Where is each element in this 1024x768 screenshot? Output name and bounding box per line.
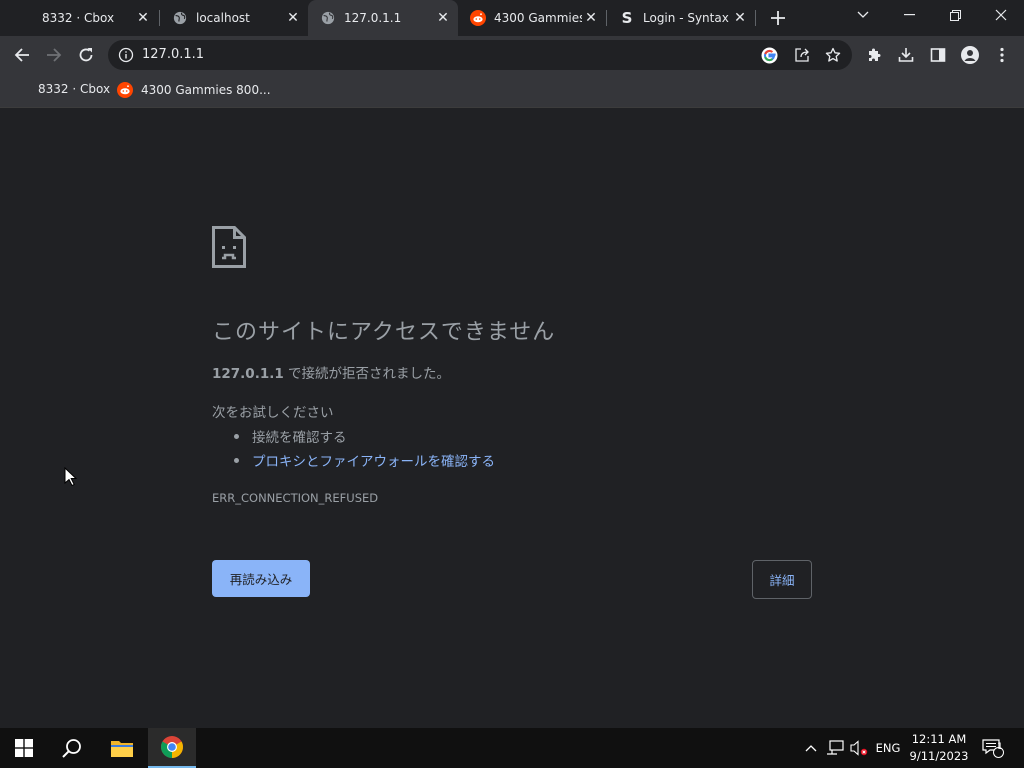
share-icon[interactable] (792, 46, 810, 64)
restore-icon (949, 9, 961, 21)
bullet (234, 433, 239, 439)
tab-gammies[interactable]: 4300 Gammies 8 ✕ (458, 0, 606, 36)
downloads-button[interactable] (892, 41, 920, 69)
bookmark-label: 8332 · Cbox (38, 82, 111, 96)
tab-label: 8332 · Cbox (42, 11, 115, 25)
extensions-button[interactable] (860, 41, 888, 69)
network-icon (827, 740, 844, 755)
suggestions-heading: 次をお試しください (212, 405, 334, 421)
close-tab-icon[interactable]: ✕ (434, 9, 452, 27)
notification-center-button[interactable]: 1 (978, 728, 1008, 768)
reload-page-button[interactable]: 再読み込み (212, 560, 310, 597)
error-host: 127.0.1.1 (212, 366, 284, 382)
profile-button[interactable] (956, 41, 984, 69)
bullet (234, 457, 239, 463)
search-button[interactable] (48, 728, 96, 768)
tab-label: 127.0.1.1 (344, 11, 402, 25)
profile-icon (961, 46, 979, 64)
tab-label: Login - Syntax (643, 11, 729, 25)
close-tab-icon[interactable]: ✕ (134, 9, 152, 27)
syntax-s-icon: S (621, 9, 633, 27)
error-code: ERR_CONNECTION_REFUSED (212, 491, 379, 505)
start-button[interactable] (0, 728, 48, 768)
download-icon (898, 48, 914, 62)
error-description-text: で接続が拒否されました。 (283, 366, 451, 382)
close-icon (995, 9, 1007, 21)
close-window-button[interactable] (978, 0, 1024, 30)
suggestion-check-proxy-firewall[interactable]: プロキシとファイアウォールを確認する (234, 450, 495, 470)
suggestion-text: 接続を確認する (252, 430, 347, 446)
error-title: このサイトにアクセスできません (212, 320, 556, 345)
chevron-up-icon (805, 745, 817, 752)
bookmark-star-icon[interactable] (824, 46, 842, 64)
restore-button[interactable] (932, 0, 978, 30)
bookmark-label: 4300 Gammies 800... (141, 83, 271, 97)
tab-search-button[interactable] (840, 0, 886, 30)
mouse-cursor-icon (64, 466, 78, 487)
globe-icon (320, 10, 336, 26)
close-tab-icon[interactable]: ✕ (582, 9, 600, 27)
windows-taskbar: ENG 12:11 AM 9/11/2023 1 (0, 728, 1024, 768)
arrow-left-icon (14, 48, 29, 62)
notification-count: 1 (997, 742, 1003, 752)
tab-login-syntax[interactable]: S Login - Syntax ✕ (607, 0, 755, 36)
minimize-button[interactable] (886, 0, 932, 30)
show-hidden-icons-button[interactable] (800, 728, 822, 768)
bookmark-cbox[interactable]: 8332 · Cbox (38, 82, 110, 96)
chrome-menu-button[interactable] (988, 41, 1016, 69)
clock-time: 12:11 AM (911, 732, 967, 746)
close-tab-icon[interactable]: ✕ (284, 9, 302, 27)
chevron-down-icon (857, 11, 869, 18)
chrome-icon (161, 736, 183, 758)
search-icon (62, 739, 81, 758)
refresh-icon (79, 48, 93, 62)
language-indicator[interactable]: ENG (872, 728, 904, 768)
proxy-firewall-link[interactable]: プロキシとファイアウォールを確認する (252, 450, 495, 470)
minimize-icon (903, 14, 915, 16)
globe-icon (172, 10, 188, 26)
network-button[interactable] (824, 728, 846, 768)
google-lens-icon[interactable] (760, 46, 778, 64)
clock-date: 9/11/2023 (909, 749, 969, 763)
tab-strip: 8332 · Cbox ✕ localhost ✕ 127.0.1.1 ✕ 43… (0, 0, 1024, 36)
address-bar[interactable]: 127.0.1.1 (108, 40, 852, 70)
reload-button[interactable] (72, 41, 100, 69)
side-panel-button[interactable] (924, 41, 952, 69)
error-page: このサイトにアクセスできません 127.0.1.1 で接続が拒否されました。 次… (0, 109, 1024, 728)
file-explorer-button[interactable] (98, 728, 146, 768)
close-tab-icon[interactable]: ✕ (731, 9, 749, 27)
info-icon[interactable] (118, 47, 134, 63)
clock[interactable]: 12:11 AM 9/11/2023 (905, 731, 973, 765)
side-panel-icon (930, 48, 946, 62)
tab-127-0-1-1[interactable]: 127.0.1.1 ✕ (308, 0, 458, 36)
forward-button[interactable] (40, 41, 68, 69)
new-tab-button[interactable] (766, 6, 790, 30)
reddit-icon (470, 10, 486, 26)
folder-icon (111, 741, 133, 757)
puzzle-icon (869, 48, 881, 61)
volume-button[interactable] (848, 728, 870, 768)
tab-label: 4300 Gammies 8 (494, 11, 582, 25)
url-text[interactable]: 127.0.1.1 (142, 47, 204, 62)
windows-logo-icon (15, 739, 33, 757)
error-description: 127.0.1.1 で接続が拒否されました。 (212, 362, 450, 382)
sad-page-icon (212, 226, 246, 268)
kebab-menu-icon (1000, 47, 1004, 63)
browser-toolbar: 127.0.1.1 (0, 36, 1024, 74)
tab-divider (755, 10, 756, 26)
reddit-icon (117, 82, 133, 98)
bookmark-gammies[interactable]: 4300 Gammies 800... (117, 82, 271, 98)
volume-muted-icon (850, 740, 868, 756)
details-button[interactable]: 詳細 (752, 560, 812, 599)
bookmarks-bar: 8332 · Cbox 4300 Gammies 800... (0, 74, 1024, 108)
tab-cbox[interactable]: 8332 · Cbox ✕ (30, 0, 158, 36)
arrow-right-icon (47, 48, 62, 62)
tab-localhost[interactable]: localhost ✕ (160, 0, 308, 36)
chrome-taskbar-button[interactable] (148, 728, 196, 768)
tab-label: localhost (196, 11, 250, 25)
suggestion-check-connection: 接続を確認する (234, 426, 347, 446)
back-button[interactable] (8, 41, 36, 69)
